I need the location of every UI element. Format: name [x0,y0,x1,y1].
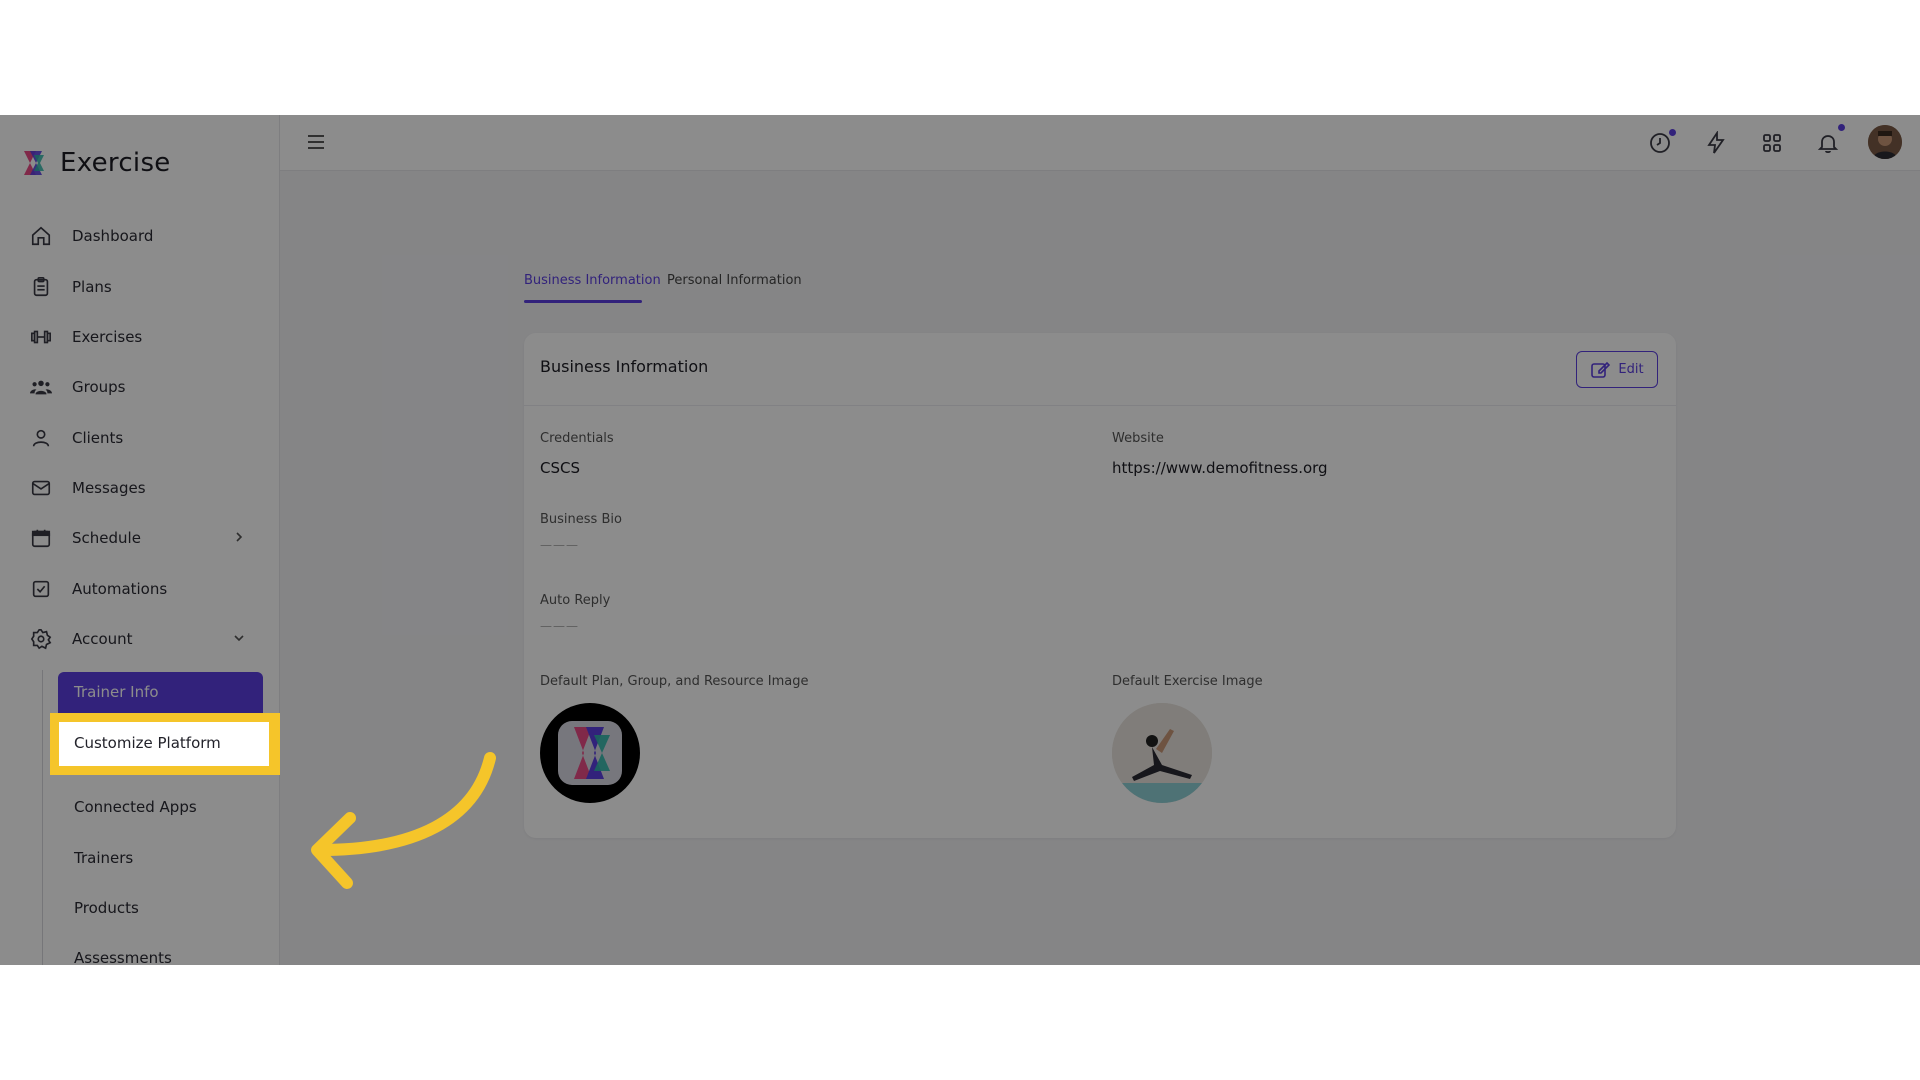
avatar[interactable] [1868,125,1902,159]
sidebar-item-exercises[interactable]: Exercises [30,322,250,352]
brand[interactable]: Exercise [18,145,171,181]
chevron-right-icon [236,532,243,542]
topbar [280,115,1920,171]
bolt-icon[interactable] [1704,131,1728,155]
sidebar-item-label: Exercises [72,328,143,346]
sidebar-item-label: Schedule [72,529,141,547]
card-title: Business Information [540,357,709,376]
sidebar: Exercise Dashboard Plans Exercises Group… [0,115,280,965]
sidebar-subitem-label: Trainer Info [74,683,159,701]
sidebar-subitem-assessments[interactable]: Assessments [74,946,172,965]
sidebar-subitem-label: Trainers [74,849,134,867]
tab-personal-information[interactable]: Personal Information [667,273,802,288]
edit-button[interactable]: Edit [1576,351,1658,388]
sidebar-item-automations[interactable]: Automations [30,574,250,604]
sidebar-item-label: Dashboard [72,227,154,245]
sidebar-item-label: Groups [72,378,126,396]
sidebar-item-dashboard[interactable]: Dashboard [30,221,250,251]
clipboard-icon [30,276,52,298]
mail-icon [30,477,52,499]
sidebar-item-groups[interactable]: Groups [30,372,250,402]
auto-reply-value: ——— [540,619,579,633]
default-exercise-image [1112,703,1212,803]
home-icon [30,225,52,247]
sidebar-item-label: Automations [72,580,168,598]
website-value: https://www.demofitness.org [1112,459,1328,477]
gear-icon [30,628,52,650]
sidebar-item-label: Messages [72,479,146,497]
exercise-logo-icon [24,151,44,175]
card-header: Business Information Edit [524,333,1676,406]
sidebar-subitem-label: Products [74,899,139,917]
active-tab-indicator [524,300,642,303]
sidebar-subitem-label: Assessments [74,949,172,965]
sidebar-item-label: Plans [72,278,112,296]
grid-icon[interactable] [1760,131,1784,155]
business-bio-label: Business Bio [540,512,622,527]
tutorial-arrow-icon [311,752,496,889]
sidebar-item-label: Clients [72,429,124,447]
calendar-icon [30,527,52,549]
credentials-label: Credentials [540,431,614,446]
sidebar-subitem-connected-apps[interactable]: Connected Apps [74,795,197,819]
menu-icon[interactable] [306,132,326,152]
app-window: Exercise Dashboard Plans Exercises Group… [0,115,1920,965]
sidebar-item-label: Account [72,630,133,648]
clock-notification-dot [1669,129,1676,136]
sidebar-subitem-trainer-info[interactable]: Trainer Info [58,672,263,714]
users-icon [30,376,52,398]
dumbbell-icon [30,326,52,348]
sidebar-item-messages[interactable]: Messages [30,473,250,503]
sidebar-subitem-trainers[interactable]: Trainers [74,846,133,870]
clock-icon[interactable] [1648,131,1672,155]
sidebar-subitem-customize-platform[interactable]: Customize Platform [59,722,269,766]
website-label: Website [1112,431,1164,446]
sidebar-item-clients[interactable]: Clients [30,423,250,453]
sidebar-subitem-label: Connected Apps [74,798,197,816]
business-information-card: Business Information Edit Credentials CS… [524,333,1676,838]
sidebar-item-account[interactable]: Account [30,624,250,654]
auto-reply-label: Auto Reply [540,593,611,608]
business-bio-value: ——— [540,538,579,552]
sidebar-subitem-label: Customize Platform [74,734,221,752]
tutorial-highlight: Customize Platform [50,713,280,775]
bell-icon[interactable] [1816,131,1840,155]
tab-business-information[interactable]: Business Information [524,273,661,288]
edit-button-label: Edit [1618,362,1644,377]
checkbox-icon [30,578,52,600]
sidebar-subitem-products[interactable]: Products [74,896,139,920]
credentials-value: CSCS [540,459,580,477]
default-plan-image [540,703,640,803]
user-icon [30,427,52,449]
chevron-down-icon [234,635,244,642]
brand-name: Exercise [60,148,171,178]
bell-notification-dot [1838,124,1845,131]
edit-icon [1591,361,1611,378]
submenu-line [42,670,43,965]
sidebar-item-plans[interactable]: Plans [30,272,250,302]
sidebar-item-schedule[interactable]: Schedule [30,523,250,553]
default-plan-image-label: Default Plan, Group, and Resource Image [540,674,809,689]
default-exercise-image-label: Default Exercise Image [1112,674,1263,689]
